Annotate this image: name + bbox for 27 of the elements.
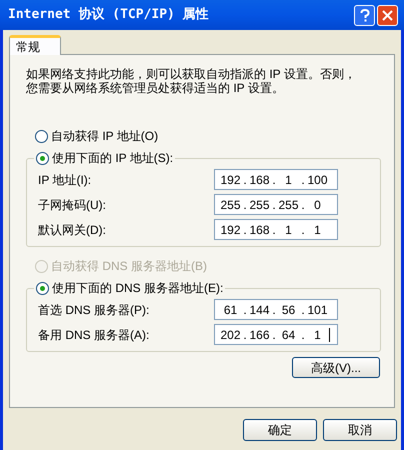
dialog-button[interactable]: 取消 bbox=[323, 419, 397, 441]
field-label: 默认网关(D): bbox=[38, 222, 107, 238]
field-label: 备用 DNS 服务器(A): bbox=[38, 326, 150, 344]
dialog-button[interactable]: 确定 bbox=[243, 419, 317, 441]
ip-address-field[interactable]: 192 . 168 . 1 . 1 bbox=[214, 219, 338, 240]
close-button[interactable] bbox=[377, 4, 398, 26]
advanced-button[interactable]: 高级(V)... bbox=[292, 357, 380, 378]
description-text: 如果网络支持此功能，则可以获取自动指派的 IP 设置。否则， bbox=[26, 67, 357, 81]
field-label: 子网掩码(U): bbox=[38, 196, 107, 214]
field-label: 首选 DNS 服务器(P): bbox=[38, 302, 150, 318]
radio-button[interactable] bbox=[36, 282, 49, 294]
radio-button[interactable] bbox=[35, 130, 48, 142]
window-title: Internet 协议 (TCP/IP) 属性 bbox=[8, 6, 209, 24]
radio-option[interactable]: 使用下面的 DNS 服务器地址(E): bbox=[36, 279, 224, 297]
ip-address-field[interactable]: 202 . 166 . 64 . 1 bbox=[214, 324, 338, 345]
help-button[interactable] bbox=[354, 4, 375, 26]
description-text: 您需要从网络系统管理员处获得适当的 IP 设置。 bbox=[26, 81, 285, 95]
radio-option[interactable]: 使用下面的 IP 地址(S): bbox=[36, 149, 174, 167]
radio-button[interactable] bbox=[36, 152, 49, 164]
field-label: IP 地址(I): bbox=[38, 172, 92, 188]
tab[interactable]: 常规 bbox=[9, 35, 61, 55]
close-icon bbox=[382, 10, 393, 20]
ip-address-field[interactable]: 192 . 168 . 1 . 100 bbox=[214, 169, 338, 190]
ip-address-field[interactable]: 61 . 144 . 56 . 101 bbox=[214, 299, 338, 320]
ip-address-field[interactable]: 255 . 255 . 255 . 0 bbox=[214, 194, 338, 215]
help-icon bbox=[360, 8, 370, 22]
radio-option[interactable]: 自动获得 IP 地址(O) bbox=[35, 127, 372, 145]
